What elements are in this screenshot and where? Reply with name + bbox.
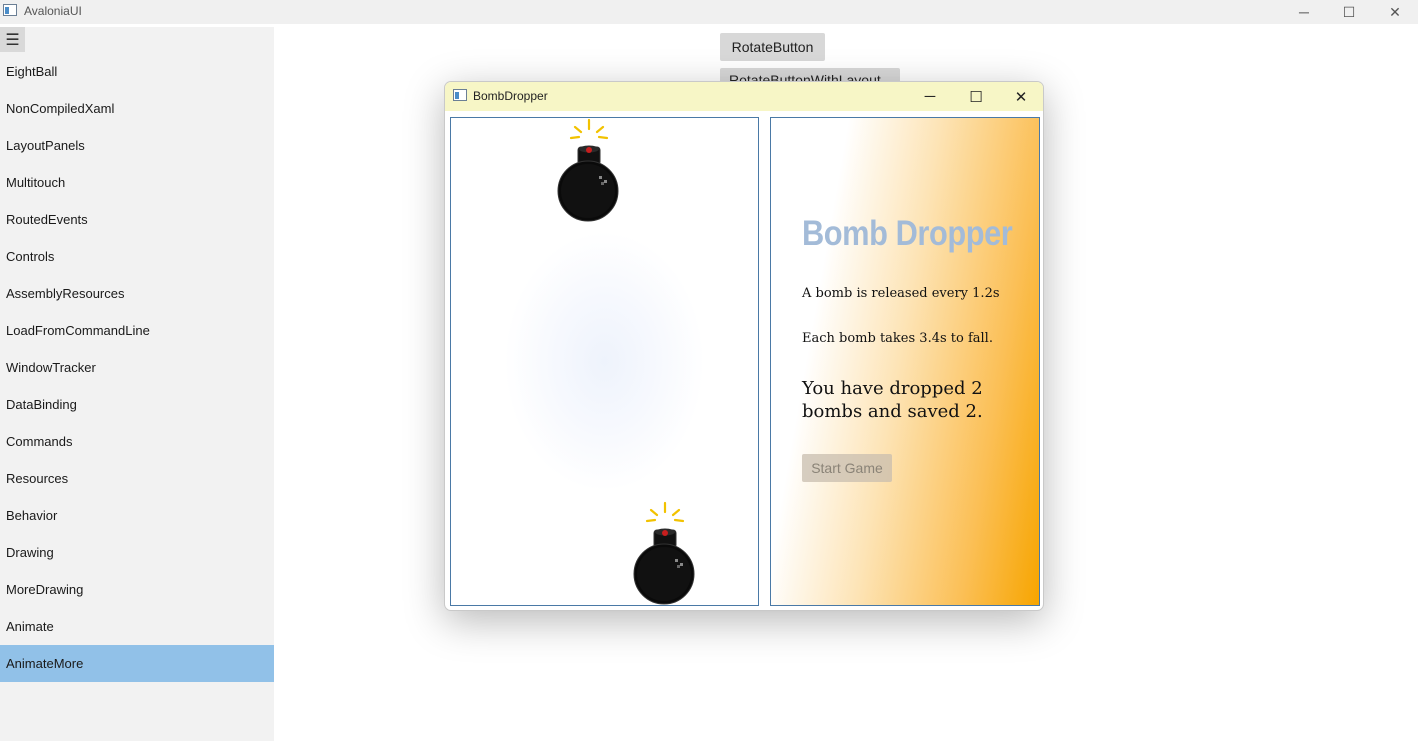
sidebar-item-eightball[interactable]: EightBall <box>0 53 274 90</box>
rotate-button[interactable]: RotateButton <box>720 33 825 61</box>
close-icon: ✕ <box>1014 88 1028 106</box>
sidebar-item-controls[interactable]: Controls <box>0 238 274 275</box>
sidebar-item-drawing[interactable]: Drawing <box>0 534 274 571</box>
nav-list: EightBall NonCompiledXaml LayoutPanels M… <box>0 53 274 682</box>
main-title-bar: AvaloniaUI ─ ☐ ✕ <box>0 0 1418 24</box>
sidebar-item-multitouch[interactable]: Multitouch <box>0 164 274 201</box>
maximize-icon: ☐ <box>969 88 983 106</box>
dialog-app-icon <box>453 89 467 101</box>
minimize-button[interactable]: ─ <box>1281 0 1327 24</box>
sidebar-item-resources[interactable]: Resources <box>0 460 274 497</box>
sidebar-item-behavior[interactable]: Behavior <box>0 497 274 534</box>
hamburger-icon: ☰ <box>5 31 20 49</box>
app-icon <box>3 4 17 16</box>
sidebar-item-moredrawing[interactable]: MoreDrawing <box>0 571 274 608</box>
dialog-title: BombDropper <box>473 89 548 103</box>
fall-time-text: Each bomb takes 3.4s to fall. <box>802 331 993 346</box>
bomb-play-area[interactable] <box>450 117 759 606</box>
release-interval-text: A bomb is released every 1.2s <box>802 286 1000 301</box>
bombdropper-window: BombDropper ─ ☐ ✕ Bomb Dropper A bomb is… <box>444 81 1044 611</box>
hamburger-menu-button[interactable]: ☰ <box>0 27 25 52</box>
close-icon: ✕ <box>1389 3 1401 20</box>
sidebar-item-loadfromcommandline[interactable]: LoadFromCommandLine <box>0 312 274 349</box>
dialog-title-bar[interactable]: BombDropper ─ ☐ ✕ <box>445 82 1043 111</box>
main-window: AvaloniaUI ─ ☐ ✕ ☰ EightBall NonCompiled… <box>0 0 1418 741</box>
sidebar-item-assemblyresources[interactable]: AssemblyResources <box>0 275 274 312</box>
sidebar-item-routedevents[interactable]: RoutedEvents <box>0 201 274 238</box>
window-title: AvaloniaUI <box>24 4 82 18</box>
close-button[interactable]: ✕ <box>1372 0 1418 24</box>
maximize-button[interactable]: ☐ <box>1326 0 1372 24</box>
sidebar-item-animate[interactable]: Animate <box>0 608 274 645</box>
sidebar-item-noncompiledxaml[interactable]: NonCompiledXaml <box>0 90 274 127</box>
game-status-text: You have dropped 2 bombs and saved 2. <box>802 378 983 422</box>
bomb-icon[interactable] <box>557 118 621 226</box>
minimize-icon: ─ <box>924 88 936 105</box>
sidebar-item-animatemore[interactable]: AnimateMore <box>0 645 274 682</box>
game-title: Bomb Dropper <box>802 214 1013 253</box>
sidebar-item-commands[interactable]: Commands <box>0 423 274 460</box>
bomb-icon[interactable] <box>633 501 697 606</box>
sidebar-item-layoutpanels[interactable]: LayoutPanels <box>0 127 274 164</box>
game-info-panel: Bomb Dropper A bomb is released every 1.… <box>770 117 1040 606</box>
sidebar-item-windowtracker[interactable]: WindowTracker <box>0 349 274 386</box>
minimize-icon: ─ <box>1299 4 1309 20</box>
maximize-icon: ☐ <box>1342 3 1356 20</box>
sidebar-item-databinding[interactable]: DataBinding <box>0 386 274 423</box>
dialog-minimize-button[interactable]: ─ <box>907 82 953 111</box>
dialog-close-button[interactable]: ✕ <box>998 82 1043 111</box>
sidebar: ☰ EightBall NonCompiledXaml LayoutPanels… <box>0 27 274 741</box>
dialog-maximize-button[interactable]: ☐ <box>953 82 999 111</box>
start-game-button[interactable]: Start Game <box>802 454 892 482</box>
